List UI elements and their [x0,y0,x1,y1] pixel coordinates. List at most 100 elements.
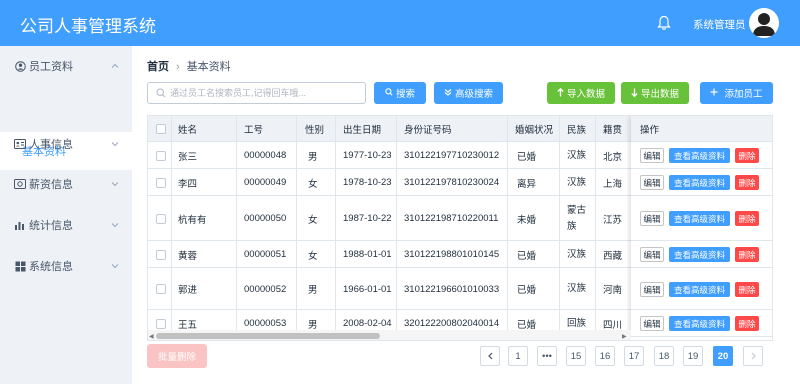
edit-button[interactable]: 编辑 [640,316,664,331]
breadcrumb-separator-icon: › [176,61,180,73]
sidebar-menu-personnel[interactable]: 人事信息 [0,124,132,164]
advanced-search-label: 高级搜索 [454,89,493,100]
cell-marital-status: 已婚 [517,250,537,262]
cell-gender: 男 [308,151,318,163]
search-input-wrapper[interactable] [147,82,366,104]
row-checkbox[interactable] [156,142,166,169]
table-row-ops: 编辑 查看高级资料 删除 [631,196,772,241]
cell-marital-status: 已婚 [517,285,537,296]
page-button[interactable]: 1 [508,346,528,366]
cell-id-card: 310122198710220011 [404,213,499,224]
column-header-birth[interactable]: 出生日期 [343,116,381,142]
edit-button[interactable]: 编辑 [640,211,664,226]
column-header-idcard[interactable]: 身份证号码 [404,116,452,142]
column-header-nation[interactable]: 民族 [567,116,586,142]
breadcrumb-home[interactable]: 首页 [147,61,169,73]
import-data-label: 导入数据 [566,89,605,100]
scroll-right-icon[interactable]: ▶ [622,333,627,340]
money-icon [14,178,26,190]
sidebar-menu-system[interactable]: 系统信息 [0,246,132,286]
row-checkbox[interactable] [156,196,166,241]
chevron-down-icon [111,142,119,147]
batch-delete-button[interactable]: 批量删除 [147,344,207,368]
cell-gender: 男 [308,285,318,296]
export-data-label: 导出数据 [640,89,679,100]
page-button[interactable]: 19 [683,346,703,366]
page-button[interactable]: 16 [595,346,615,366]
delete-button[interactable]: 删除 [735,175,759,190]
download-arrow-icon [631,88,638,99]
view-details-button[interactable]: 查看高级资料 [669,211,730,226]
top-header: 公司人事管理系统 系统管理员 [0,0,800,46]
delete-button[interactable]: 删除 [735,211,759,226]
edit-button[interactable]: 编辑 [640,148,664,163]
edit-button[interactable]: 编辑 [640,247,664,262]
sidebar-menu-statistics[interactable]: 统计信息 [0,205,132,245]
import-data-button[interactable]: 导入数据 [547,82,615,104]
cell-birth-date: 1966-01-01 [343,283,392,295]
prev-page-button[interactable] [480,346,500,366]
sidebar-menu-label: 人事信息 [29,139,73,151]
search-button-label: 搜索 [395,89,415,100]
view-details-button[interactable]: 查看高级资料 [669,175,730,190]
cell-nation: 汉族 [567,149,587,161]
id-card-icon [14,138,26,150]
add-employee-button[interactable]: 添加员工 [700,82,773,104]
row-checkbox[interactable] [156,169,166,196]
horizontal-scrollbar[interactable]: ◀ ▶ [148,330,631,340]
search-input[interactable] [170,86,360,100]
cell-id-card: 310122197710230012 [404,150,500,161]
cell-birth-date: 1987-10-22 [343,213,392,224]
scroll-thumb[interactable] [156,333,380,339]
page-button[interactable]: 15 [566,346,586,366]
sidebar-menu-salary[interactable]: 薪资信息 [0,164,132,204]
user-name[interactable]: 系统管理员 [693,17,746,32]
delete-button[interactable]: 删除 [735,316,759,331]
column-header-gender[interactable]: 性别 [305,116,324,142]
row-checkbox[interactable] [156,241,166,268]
cell-gender: 女 [308,250,318,262]
cell-marital-status: 未婚 [517,214,537,226]
table-row-ops: 编辑 查看高级资料 删除 [631,268,772,310]
breadcrumb-current: 基本资料 [186,61,231,73]
view-details-button[interactable]: 查看高级资料 [669,247,730,262]
search-icon [385,88,393,98]
edit-button[interactable]: 编辑 [640,175,664,190]
cell-native-place: 江苏 [603,214,623,226]
chevron-down-icon [111,264,119,269]
select-all-checkbox[interactable] [156,124,166,134]
row-checkbox[interactable] [156,268,166,310]
advanced-search-button[interactable]: 高级搜索 [434,82,503,104]
delete-button[interactable]: 删除 [735,282,759,297]
scroll-left-icon[interactable]: ◀ [149,333,154,340]
cell-marital-status: 离异 [517,178,537,190]
page-button[interactable]: 17 [624,346,644,366]
search-button[interactable]: 搜索 [374,82,426,104]
column-header-ops: 操作 [640,125,660,136]
delete-button[interactable]: 删除 [735,148,759,163]
cell-name: 黄蓉 [178,250,198,262]
bell-icon[interactable] [657,15,671,31]
next-page-button[interactable] [743,346,763,366]
cell-name: 郭进 [178,285,198,296]
view-details-button[interactable]: 查看高级资料 [669,316,730,331]
edit-button[interactable]: 编辑 [640,282,664,297]
operations-column: 操作 编辑 查看高级资料 删除 编辑 查看高级资料 删除 编辑 查看高级资料 删除 编辑 查看高级资… [631,116,772,340]
column-header-name[interactable]: 姓名 [178,116,197,142]
view-details-button[interactable]: 查看高级资料 [669,282,730,297]
delete-button[interactable]: 删除 [735,247,759,262]
view-details-button[interactable]: 查看高级资料 [669,148,730,163]
column-header-marital[interactable]: 婚姻状况 [515,116,553,142]
cell-employee-id: 00000049 [244,177,287,188]
avatar[interactable] [749,8,779,38]
column-header-native[interactable]: 籍贯 [603,116,622,142]
export-data-button[interactable]: 导出数据 [621,82,689,104]
page-button-current[interactable]: 20 [713,346,733,366]
sidebar-menu-employee[interactable]: 员工资料 [0,46,132,86]
column-header-id[interactable]: 工号 [244,116,263,142]
cell-employee-id: 00000051 [244,249,287,260]
chevron-left-icon [487,352,492,360]
cell-birth-date: 1977-10-23 [343,150,392,161]
page-ellipsis[interactable]: ••• [537,346,557,366]
page-button[interactable]: 18 [654,346,674,366]
